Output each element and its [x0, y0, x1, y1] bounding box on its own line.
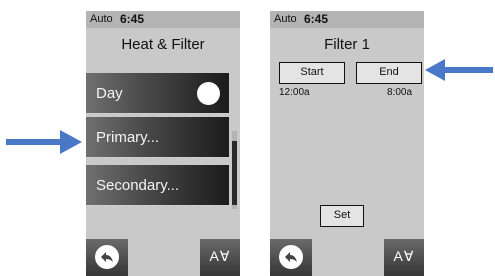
status-time: 6:45	[304, 12, 329, 26]
up-down-button[interactable]: A∀	[200, 239, 240, 276]
end-time-value: 8:00a	[387, 87, 413, 98]
up-down-button[interactable]: A∀	[384, 239, 424, 276]
heat-filter-screen: Auto 6:45 Heat & Filter Day Primary... S…	[86, 11, 240, 276]
page-title: Filter 1	[324, 36, 370, 53]
status-bar: Auto 6:45	[270, 11, 424, 28]
callout-arrow-icon	[425, 59, 493, 81]
page-title: Heat & Filter	[121, 36, 205, 53]
menu-item-label: Primary...	[96, 129, 160, 146]
status-bar: Auto 6:45	[86, 11, 240, 28]
back-arrow-icon	[95, 245, 119, 269]
back-button[interactable]	[270, 239, 312, 276]
up-down-arrows-icon: A∀	[393, 248, 415, 264]
callout-arrow-icon	[6, 130, 82, 154]
end-button[interactable]: End	[356, 62, 422, 84]
menu-item-label: Secondary...	[96, 177, 180, 194]
filter-1-screen: Auto 6:45 Filter 1 Start End 12:00a 8:00…	[270, 11, 424, 276]
set-button[interactable]: Set	[320, 205, 364, 227]
menu-item-primary[interactable]: Primary...	[86, 117, 229, 158]
start-time-value: 12:00a	[279, 87, 310, 98]
up-down-arrows-icon: A∀	[209, 248, 231, 264]
status-mode: Auto	[90, 13, 113, 25]
menu-item-day[interactable]: Day	[86, 73, 229, 114]
back-button[interactable]	[86, 239, 128, 276]
day-toggle[interactable]	[197, 82, 220, 105]
back-arrow-icon	[279, 245, 303, 269]
menu-item-secondary[interactable]: Secondary...	[86, 165, 229, 206]
start-button[interactable]: Start	[279, 62, 345, 84]
status-time: 6:45	[120, 12, 145, 26]
scrollbar-thumb[interactable]	[232, 141, 237, 205]
status-mode: Auto	[274, 13, 297, 25]
menu-item-label: Day	[96, 85, 123, 102]
